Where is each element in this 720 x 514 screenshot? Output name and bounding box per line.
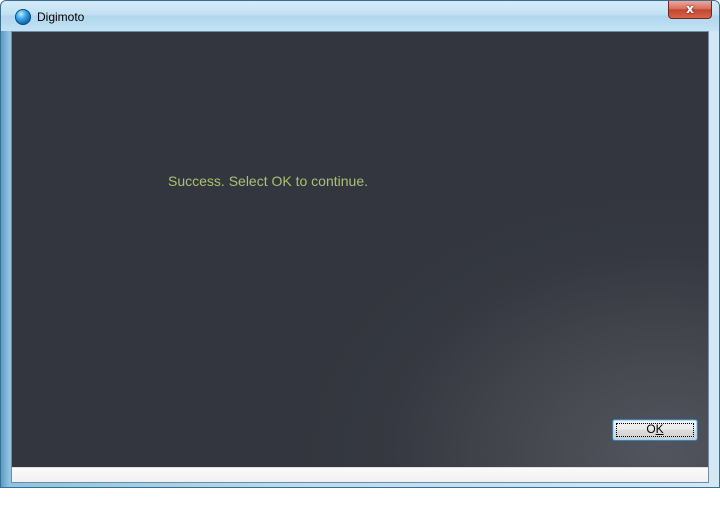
close-button[interactable]: x bbox=[668, 1, 712, 19]
ok-label-prefix: O bbox=[646, 422, 656, 436]
title-bar[interactable]: Digimoto x bbox=[1, 1, 719, 31]
success-message: Success. Select OK to continue. bbox=[168, 173, 368, 189]
close-icon: x bbox=[686, 2, 694, 16]
ok-label-mnemonic: K bbox=[655, 422, 664, 436]
dialog-window: Digimoto x Success. Select OK to continu… bbox=[0, 0, 720, 488]
app-icon bbox=[15, 9, 31, 25]
ok-button[interactable]: OK bbox=[612, 419, 698, 441]
content-panel: Success. Select OK to continue. bbox=[12, 32, 708, 467]
window-title: Digimoto bbox=[37, 10, 85, 24]
ok-button-label: OK bbox=[646, 422, 663, 436]
dialog-client-area: Success. Select OK to continue. bbox=[11, 31, 709, 483]
button-bar bbox=[12, 467, 708, 482]
